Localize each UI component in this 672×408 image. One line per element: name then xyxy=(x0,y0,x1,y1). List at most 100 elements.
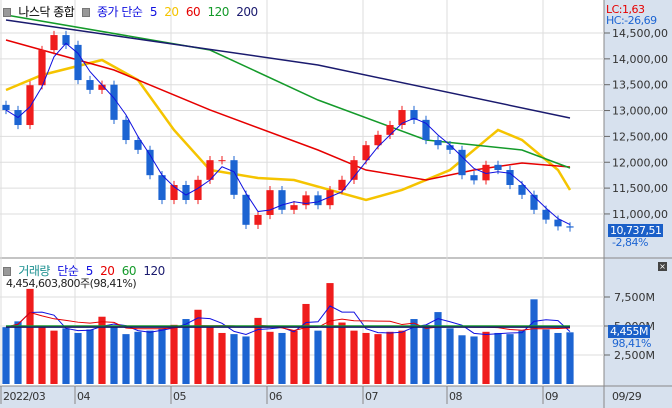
x-axis-panel xyxy=(0,386,672,408)
price-ma5-line xyxy=(5,42,571,225)
volume-bar xyxy=(362,332,370,384)
volume-bar xyxy=(206,327,214,384)
price-tick-label: 14,000,00 xyxy=(612,53,668,66)
x-axis-label: 07 xyxy=(365,390,379,403)
candle-body xyxy=(542,209,550,220)
candle-body xyxy=(158,175,166,200)
volume-bar xyxy=(182,319,190,384)
volume-bar xyxy=(470,336,478,384)
volume-bar xyxy=(122,334,130,384)
volume-bar xyxy=(242,336,250,384)
price-tick-label: 11,000,00 xyxy=(612,208,668,221)
ma60-label: 60 xyxy=(185,5,201,19)
x-axis-label: 08 xyxy=(449,390,463,403)
candle-body xyxy=(506,170,514,185)
price-tick-label: 14,500,00 xyxy=(612,27,668,40)
legend-square-icon[interactable] xyxy=(81,8,90,17)
candle-body xyxy=(386,125,394,135)
candle-body xyxy=(134,140,142,150)
volume-bar xyxy=(458,335,466,384)
price-change: -2,84% xyxy=(612,236,648,249)
x-axis-label: 06 xyxy=(269,390,283,403)
volume-bar xyxy=(446,328,454,384)
ma200-label: 200 xyxy=(236,5,258,19)
chart-canvas[interactable]: 14,500,00 14,000,00 13,500,00 13,000,00 12,5… xyxy=(0,0,672,408)
candle-body xyxy=(182,184,190,200)
candle-body xyxy=(2,104,10,111)
volume-bar xyxy=(158,328,166,384)
volume-bar xyxy=(518,330,526,384)
volume-bar xyxy=(302,303,310,384)
price-tick-label: 12,500,00 xyxy=(612,130,668,143)
ma120-label: 120 xyxy=(207,5,230,19)
volume-tick-label: 2,500M xyxy=(614,349,655,362)
x-axis-label: 09 xyxy=(545,390,559,403)
volume-bar xyxy=(110,326,118,384)
candle-body xyxy=(86,80,94,90)
ma20-label: 20 xyxy=(164,5,179,19)
x-axis-label: 04 xyxy=(77,390,91,403)
volume-bar xyxy=(86,329,94,384)
price-ma120-line xyxy=(5,14,571,169)
hc-value: HC:-26,69 xyxy=(606,14,657,27)
volume-ratio: 98,41% xyxy=(612,337,651,350)
volume-bar xyxy=(566,332,574,384)
candle-body xyxy=(230,160,238,195)
ma5-label: 5 xyxy=(149,5,158,19)
volume-bar xyxy=(2,327,10,384)
volume-bar xyxy=(194,309,202,384)
x-axis-label: 05 xyxy=(173,390,187,403)
candle-body xyxy=(50,35,58,51)
legend-square-icon[interactable] xyxy=(3,8,11,17)
candle-body xyxy=(242,194,250,225)
volume-bar xyxy=(218,332,226,384)
candle-body xyxy=(314,195,322,206)
x-axis-end-label: 09/29 xyxy=(612,390,642,403)
volume-bar xyxy=(74,332,82,384)
volume-bar xyxy=(554,332,562,384)
volume-bar xyxy=(170,324,178,384)
candle-body xyxy=(254,214,262,225)
volume-bar xyxy=(350,330,358,384)
volume-ma5-line xyxy=(5,305,571,336)
volume-bar xyxy=(422,324,430,384)
volume-bar xyxy=(230,334,238,384)
volume-tick-label: 7,500M xyxy=(614,291,655,304)
candle-body xyxy=(278,190,286,210)
price-tick-label: 13,000,00 xyxy=(612,105,668,118)
index-title: 나스닥 종합 xyxy=(18,5,75,19)
candle-body xyxy=(554,219,562,227)
candle-body xyxy=(266,190,274,215)
price-tick-label: 13,500,00 xyxy=(612,79,668,92)
candle-body xyxy=(494,164,502,171)
volume-bar xyxy=(386,331,394,384)
volume-bar xyxy=(14,321,22,384)
volume-bar xyxy=(482,331,490,384)
candle-body xyxy=(74,44,82,81)
candle-body xyxy=(566,226,574,228)
close-panel-button[interactable]: × xyxy=(658,262,667,271)
volume-bar xyxy=(530,299,538,384)
price-tick-label: 12,000,00 xyxy=(612,156,668,169)
volume-bar xyxy=(398,330,406,384)
volume-bar xyxy=(374,334,382,384)
volume-bar xyxy=(314,330,322,384)
volume-bar xyxy=(542,329,550,384)
volume-bar xyxy=(434,312,442,384)
ma-label: 종가 단순 xyxy=(97,5,143,19)
volume-bar xyxy=(146,330,154,384)
volume-bar xyxy=(338,322,346,384)
candle-body xyxy=(290,205,298,210)
candle-body xyxy=(26,85,34,126)
x-axis-label: 2022/03 xyxy=(3,390,46,403)
price-legend: 나스닥 종합 종가 단순 5 20 60 120 200 xyxy=(3,3,262,20)
volume-bar xyxy=(38,326,46,384)
volume-bar xyxy=(290,330,298,384)
volume-bar xyxy=(326,283,334,384)
volume-bar xyxy=(62,328,70,384)
candle-body xyxy=(218,160,226,162)
price-tick-label: 11,500,00 xyxy=(612,182,668,195)
candle-body xyxy=(146,149,154,176)
volume-bar xyxy=(26,288,34,384)
volume-bar xyxy=(266,331,274,384)
